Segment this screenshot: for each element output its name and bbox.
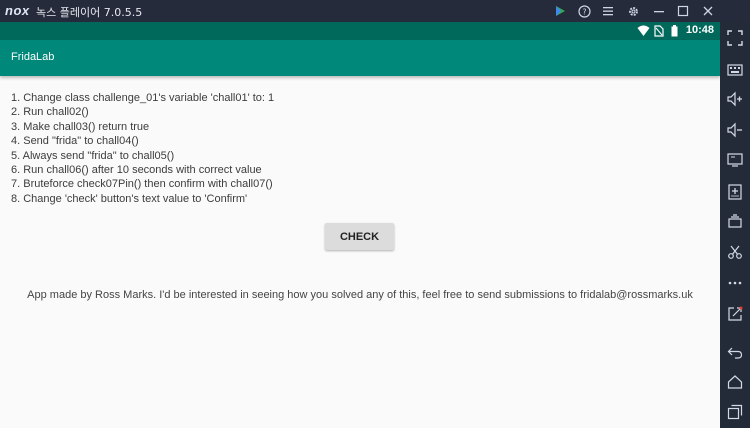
home-icon[interactable]: [725, 372, 745, 392]
challenge-item: 5. Always send "frida" to chall05(): [11, 149, 175, 162]
challenge-list: 1. Change class challenge_01's variable …: [11, 91, 274, 206]
help-icon[interactable]: ?: [575, 2, 593, 20]
window-title: 녹스 플레이어 7.0.5.5: [36, 6, 143, 19]
app-bar: FridaLab: [0, 40, 720, 76]
minimize-icon[interactable]: [650, 2, 668, 20]
back-icon[interactable]: [725, 342, 745, 362]
challenge-item: 1. Change class challenge_01's variable …: [11, 92, 275, 104]
emulator-sidebar: [720, 22, 750, 428]
status-clock: 10:48: [685, 24, 714, 36]
multi-instance-icon[interactable]: [725, 211, 745, 231]
svg-text:?: ?: [582, 7, 586, 16]
volume-down-icon[interactable]: [725, 120, 745, 140]
check-button[interactable]: CHECK: [325, 223, 394, 250]
battery-icon: [671, 25, 678, 37]
emulator-title-bar: nox 녹스 플레이어 7.0.5.5 ?: [0, 0, 750, 22]
shortcut-icon[interactable]: [725, 304, 745, 324]
challenge-item: 2. Run chall02(): [11, 106, 89, 119]
close-icon[interactable]: [699, 2, 717, 20]
challenge-item: 4. Send "frida" to chall04(): [11, 135, 139, 148]
maximize-icon[interactable]: [674, 2, 692, 20]
challenge-item: 8. Change 'check' button's text value to…: [11, 192, 248, 205]
nox-logo: nox: [5, 3, 30, 18]
app-title: FridaLab: [11, 51, 55, 63]
footer-credit-text: App made by Ross Marks. I'd be intereste…: [27, 289, 693, 301]
challenge-item: 6. Run chall06() after 10 seconds with c…: [11, 164, 262, 177]
challenge-item: 7. Bruteforce check07Pin() then confirm …: [11, 178, 273, 191]
more-icon[interactable]: [725, 273, 745, 293]
challenge-item: 3. Make chall03() return true: [11, 120, 150, 133]
android-screen: 10:48 FridaLab 1. Change class challenge…: [0, 22, 720, 428]
play-store-icon[interactable]: [551, 2, 569, 20]
status-bar: 10:48: [0, 22, 720, 40]
no-sim-icon: [654, 25, 664, 37]
screen-icon[interactable]: [725, 150, 745, 170]
apk-install-icon[interactable]: [725, 182, 745, 202]
settings-icon[interactable]: [624, 2, 642, 20]
menu-icon[interactable]: [599, 2, 617, 20]
wifi-icon: [637, 25, 650, 36]
keyboard-icon[interactable]: [725, 60, 745, 80]
scissors-icon[interactable]: [725, 242, 745, 262]
recent-apps-icon[interactable]: [725, 402, 745, 422]
volume-up-icon[interactable]: [725, 89, 745, 109]
fullscreen-icon[interactable]: [725, 28, 745, 48]
